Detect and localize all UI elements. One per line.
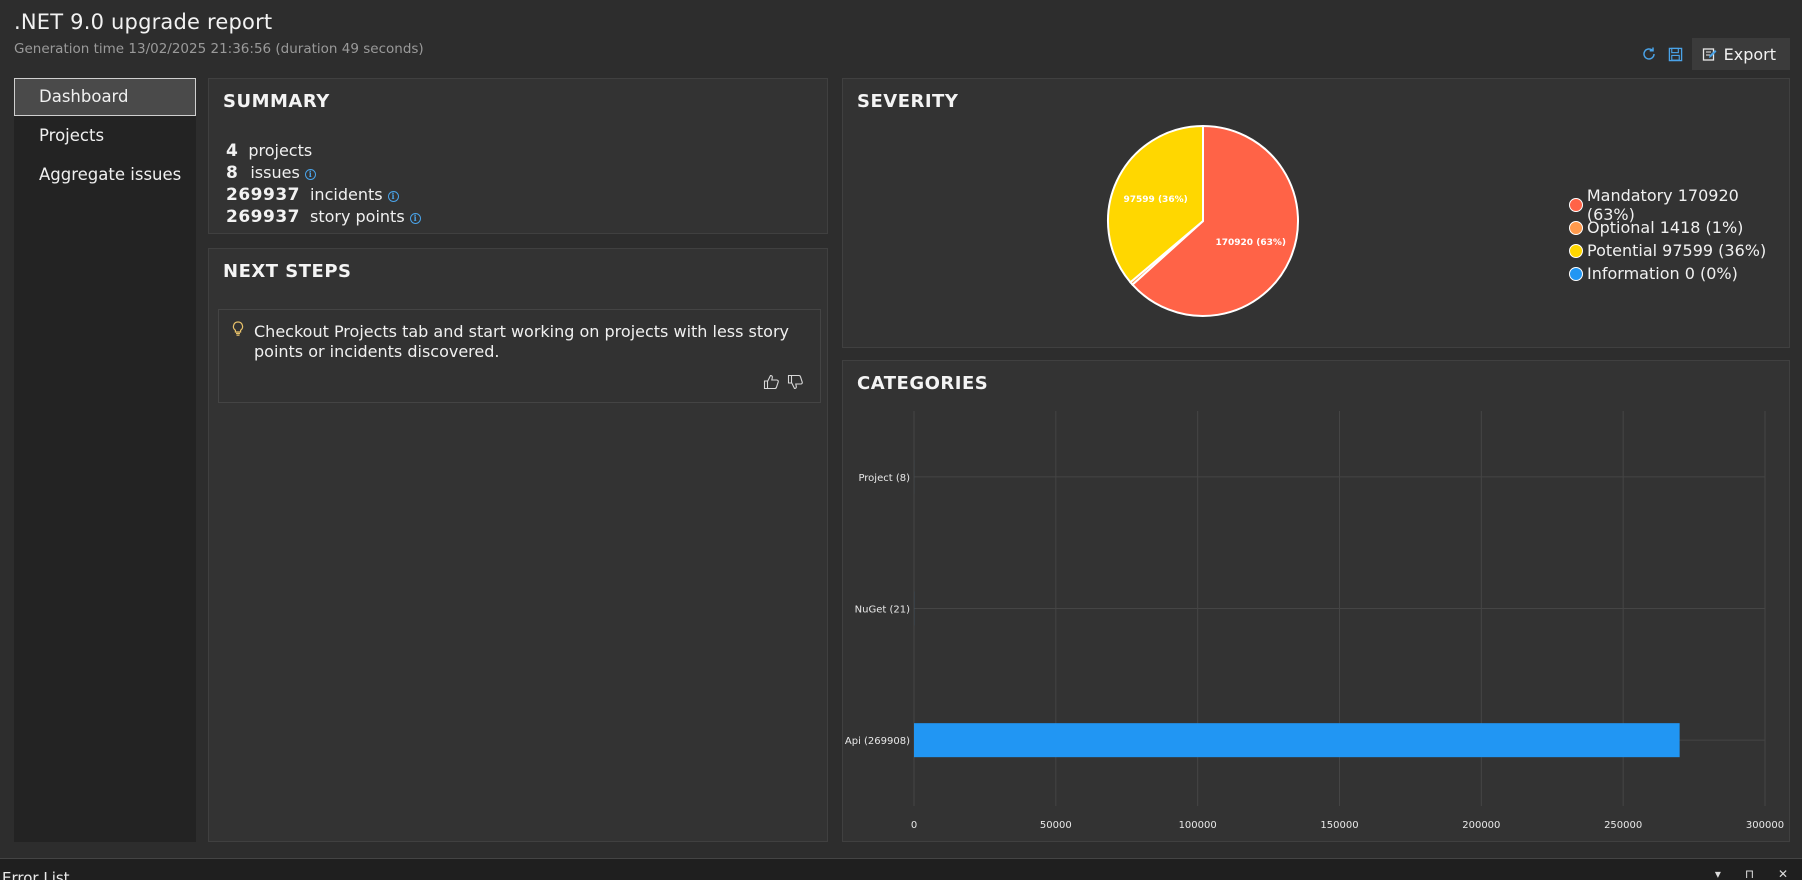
next-step-text: Checkout Projects tab and start working … xyxy=(254,322,789,361)
report-title: .NET 9.0 upgrade report xyxy=(14,10,273,34)
legend-item-potential[interactable]: Potential 97599 (36%) xyxy=(1569,239,1789,262)
incidents-label: incidents xyxy=(309,185,383,204)
summary-row-projects: 4 projects xyxy=(226,141,421,163)
y-tick-label: NuGet (21) xyxy=(855,605,910,616)
x-tick-label: 100000 xyxy=(1179,820,1217,831)
info-icon[interactable]: i xyxy=(387,191,399,202)
next-step-card: Checkout Projects tab and start working … xyxy=(218,309,821,403)
summary-title: SUMMARY xyxy=(223,91,330,112)
legend-label: Potential 97599 (36%) xyxy=(1587,241,1767,260)
severity-pie-chart: 170920 (63%) 97599 (36%) xyxy=(1107,124,1299,317)
info-icon[interactable]: i xyxy=(409,213,421,224)
generation-time: Generation time 13/02/2025 21:36:56 (dur… xyxy=(14,41,424,57)
legend-swatch xyxy=(1569,220,1583,235)
export-label: Export xyxy=(1723,44,1776,64)
summary-row-issues: 8 issues i xyxy=(226,163,421,185)
x-tick-label: 150000 xyxy=(1320,820,1358,831)
info-icon[interactable]: i xyxy=(304,169,316,180)
toolbar: Export xyxy=(1638,38,1790,70)
window-controls[interactable]: ▾ ⊓ ✕ xyxy=(1715,867,1798,880)
x-tick-label: 300000 xyxy=(1746,820,1784,831)
sidebar-item-projects[interactable]: Projects xyxy=(14,117,196,155)
projects-count: 4 xyxy=(226,141,239,161)
summary-row-story-points: 269937 story points i xyxy=(226,207,421,229)
thumbs-up-icon[interactable] xyxy=(763,374,780,394)
y-tick-label: Project (8) xyxy=(858,473,910,484)
categories-title: CATEGORIES xyxy=(857,373,989,394)
legend-item-mandatory[interactable]: Mandatory 170920 (63%) xyxy=(1569,186,1789,224)
error-list-tab[interactable]: Error List xyxy=(2,869,70,880)
bar-api[interactable] xyxy=(914,723,1680,758)
export-icon xyxy=(1702,48,1717,61)
sidebar-item-aggregate-issues[interactable]: Aggregate issues xyxy=(14,156,196,194)
summary-row-incidents: 269937 incidents i xyxy=(226,185,421,207)
x-tick-label: 250000 xyxy=(1604,820,1642,831)
pie-slice-label: 97599 (36%) xyxy=(1124,195,1188,205)
sidebar-item-dashboard[interactable]: Dashboard xyxy=(14,78,196,116)
x-tick-label: 0 xyxy=(911,820,917,831)
story-points-count: 269937 xyxy=(226,207,300,227)
error-list-strip: Error List ▾ ⊓ ✕ xyxy=(0,858,1802,880)
legend-swatch xyxy=(1569,243,1583,258)
legend-swatch xyxy=(1569,266,1583,281)
export-button[interactable]: Export xyxy=(1691,38,1790,70)
issues-label: issues xyxy=(250,163,300,182)
thumbs-down-icon[interactable] xyxy=(787,374,804,394)
incidents-count: 269937 xyxy=(226,185,300,205)
summary-panel: SUMMARY 4 projects 8 issues i 269937 inc… xyxy=(208,78,828,234)
projects-label: projects xyxy=(248,141,313,160)
severity-title: SEVERITY xyxy=(857,91,959,112)
y-tick-label: Api (269908) xyxy=(845,736,910,747)
x-tick-label: 50000 xyxy=(1040,820,1072,831)
categories-bar-chart: 0 50000 100000 150000 200000 250000 300000 Proj… xyxy=(845,411,1784,831)
refresh-icon[interactable] xyxy=(1638,43,1660,65)
x-tick-label: 200000 xyxy=(1462,820,1500,831)
legend-label: Information 0 (0%) xyxy=(1587,264,1738,283)
severity-panel: SEVERITY 170920 (63%) 97599 (36%) Mandato… xyxy=(842,78,1790,348)
categories-panel: CATEGORIES 0 50000 100000 150000 200000 25000… xyxy=(842,360,1790,842)
save-icon[interactable] xyxy=(1665,43,1687,65)
next-steps-panel: NEXT STEPS Checkout Projects tab and sta… xyxy=(208,248,828,842)
next-steps-title: NEXT STEPS xyxy=(223,261,352,282)
legend-item-information[interactable]: Information 0 (0%) xyxy=(1569,262,1789,285)
sidebar: Dashboard Projects Aggregate issues xyxy=(14,78,196,842)
story-points-label: story points xyxy=(309,207,405,226)
legend-label: Optional 1418 (1%) xyxy=(1587,218,1744,237)
legend-swatch xyxy=(1569,197,1583,212)
lightbulb-icon xyxy=(232,321,244,341)
issues-count: 8 xyxy=(226,163,239,183)
pie-slice-label: 170920 (63%) xyxy=(1216,238,1286,248)
severity-legend: Mandatory 170920 (63%) Optional 1418 (1%… xyxy=(1569,186,1789,285)
